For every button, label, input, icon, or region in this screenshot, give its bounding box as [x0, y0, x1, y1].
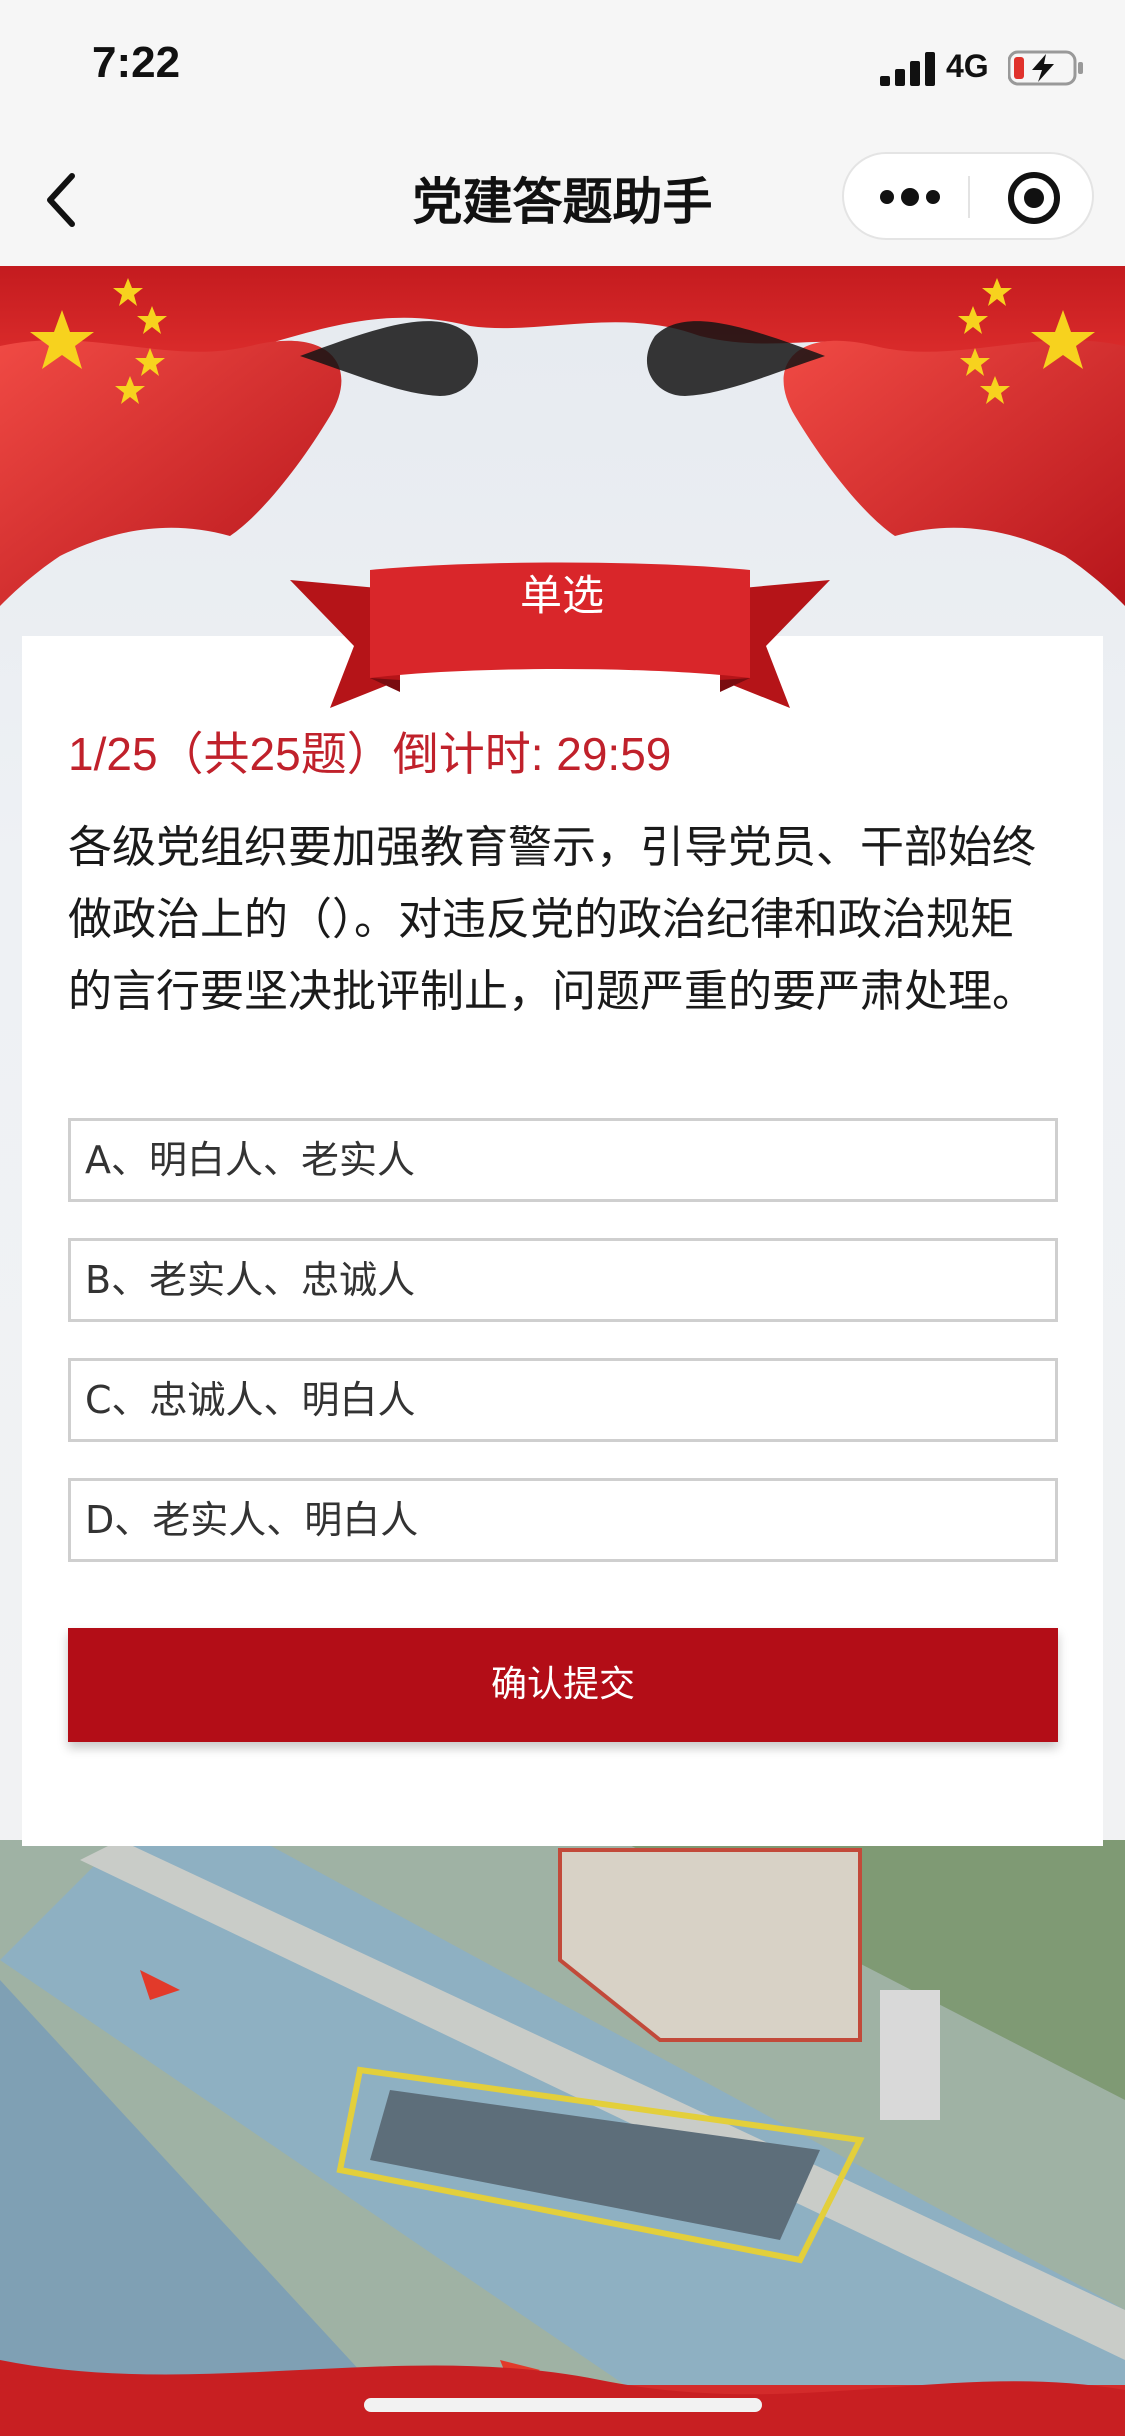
port-aerial-illustration	[0, 1840, 1125, 2436]
target-icon[interactable]	[1006, 170, 1062, 226]
progress-countdown: 1/25（共25题）倒计时: 29:59	[68, 728, 672, 780]
home-indicator	[364, 2398, 762, 2412]
status-bar: 7:22 4G	[0, 0, 1125, 132]
capsule-divider	[968, 176, 970, 218]
submit-button[interactable]: 确认提交	[68, 1628, 1058, 1742]
option-a[interactable]: A、明白人、老实人	[68, 1118, 1058, 1202]
option-d[interactable]: D、老实人、明白人	[68, 1478, 1058, 1562]
option-b[interactable]: B、老实人、忠诚人	[68, 1238, 1058, 1322]
navigation-bar: 党建答题助手	[0, 132, 1125, 266]
status-time: 7:22	[92, 38, 181, 87]
signal-icon	[880, 52, 935, 86]
mini-program-capsule	[842, 152, 1094, 240]
question-text: 各级党组织要加强教育警示，引导党员、干部始终做政治上的（）。对违反党的政治纪律和…	[68, 822, 1036, 1017]
battery-charging-icon	[1008, 50, 1083, 86]
more-icon[interactable]	[878, 180, 942, 214]
network-type: 4G	[946, 48, 989, 84]
question-type-label: 单选	[519, 571, 604, 620]
option-c[interactable]: C、忠诚人、明白人	[68, 1358, 1058, 1442]
